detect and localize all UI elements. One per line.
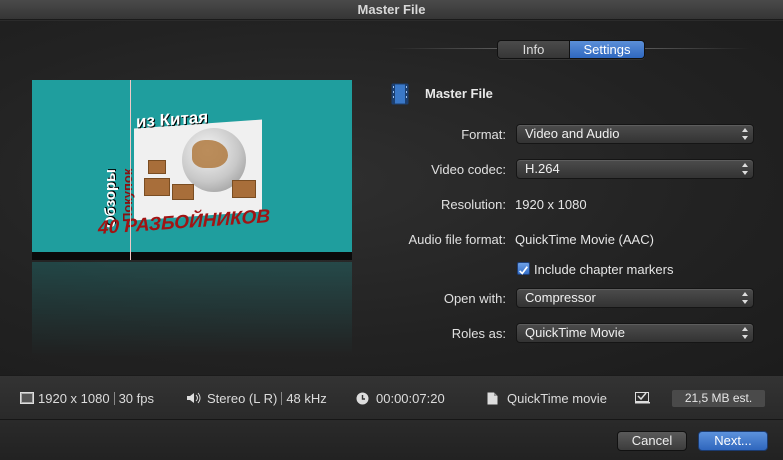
format-value: Video and Audio (525, 126, 620, 141)
fps-info: 30 fps (118, 391, 154, 406)
audio-channels-info: Stereo (L R) (207, 391, 278, 406)
audio-info: Stereo (L R) 48 kHz (186, 391, 327, 406)
audio-format-value: QuickTime Movie (AAC) (515, 232, 654, 247)
format-popup[interactable]: Video and Audio (516, 124, 754, 144)
cancel-button[interactable]: Cancel (617, 431, 687, 451)
video-codec-label: Video codec: (431, 162, 506, 177)
tab-bar: Info Settings (497, 40, 645, 59)
open-with-label: Open with: (443, 291, 506, 306)
updown-arrows-icon (742, 163, 748, 175)
clock-icon (356, 392, 369, 405)
file-type-value: QuickTime movie (507, 391, 607, 406)
preview-reflection: 40 РАЗБОЙНИКОВ (32, 262, 352, 362)
box-graphic (144, 178, 170, 196)
checkmark-icon (519, 266, 528, 275)
speaker-icon (187, 392, 201, 404)
next-button[interactable]: Next... (698, 431, 768, 451)
box-graphic (148, 160, 166, 174)
resolution-info: 1920 x 1080 (38, 391, 110, 406)
updown-arrows-icon (742, 128, 748, 140)
sample-rate-info: 48 kHz (286, 391, 327, 406)
video-codec-popup[interactable]: H.264 (516, 159, 754, 179)
format-label: Format: (461, 127, 506, 142)
document-icon (487, 392, 498, 405)
tab-info[interactable]: Info (498, 41, 570, 58)
box-graphic (232, 180, 256, 198)
tab-settings[interactable]: Settings (570, 41, 644, 58)
letterbox-band (32, 252, 352, 260)
film-strip-icon (391, 83, 409, 105)
video-frame-icon (20, 392, 34, 404)
updown-arrows-icon (742, 292, 748, 304)
audio-format-label: Audio file format: (408, 232, 506, 247)
updown-arrows-icon (742, 327, 748, 339)
destination-title: Master File (425, 86, 493, 101)
playhead[interactable] (130, 80, 131, 260)
open-with-popup[interactable]: Compressor (516, 288, 754, 308)
info-bar: 1920 x 1080 30 fps Stereo (L R) 48 kHz 00:… (0, 375, 783, 419)
size-estimate-badge: 21,5 MB est. (672, 390, 765, 407)
chapter-markers-label[interactable]: Include chapter markers (534, 262, 673, 277)
video-info: 1920 x 1080 30 fps (20, 391, 154, 406)
duration-info: 00:00:07:20 (356, 391, 445, 406)
thumbnail-vertical-text: Покупок (120, 168, 135, 222)
chapter-markers-checkbox[interactable] (517, 262, 530, 275)
resolution-value: 1920 x 1080 (515, 197, 587, 212)
chapter-markers-icon (635, 392, 650, 404)
duration-value: 00:00:07:20 (376, 391, 445, 406)
box-graphic (172, 184, 194, 200)
roles-as-popup[interactable]: QuickTime Movie (516, 323, 754, 343)
window-title: Master File (0, 0, 783, 20)
file-type-info: QuickTime movie (487, 391, 607, 406)
resolution-label: Resolution: (440, 197, 506, 212)
roles-as-value: QuickTime Movie (525, 325, 625, 340)
roles-as-label: Roles as: (451, 326, 506, 341)
open-with-value: Compressor (525, 290, 596, 305)
video-codec-value: H.264 (525, 161, 560, 176)
video-preview: из Китая Обзоры Покупок 40 РАЗБОЙНИКОВ (32, 80, 352, 260)
footer-bar: Cancel Next... (0, 419, 783, 460)
